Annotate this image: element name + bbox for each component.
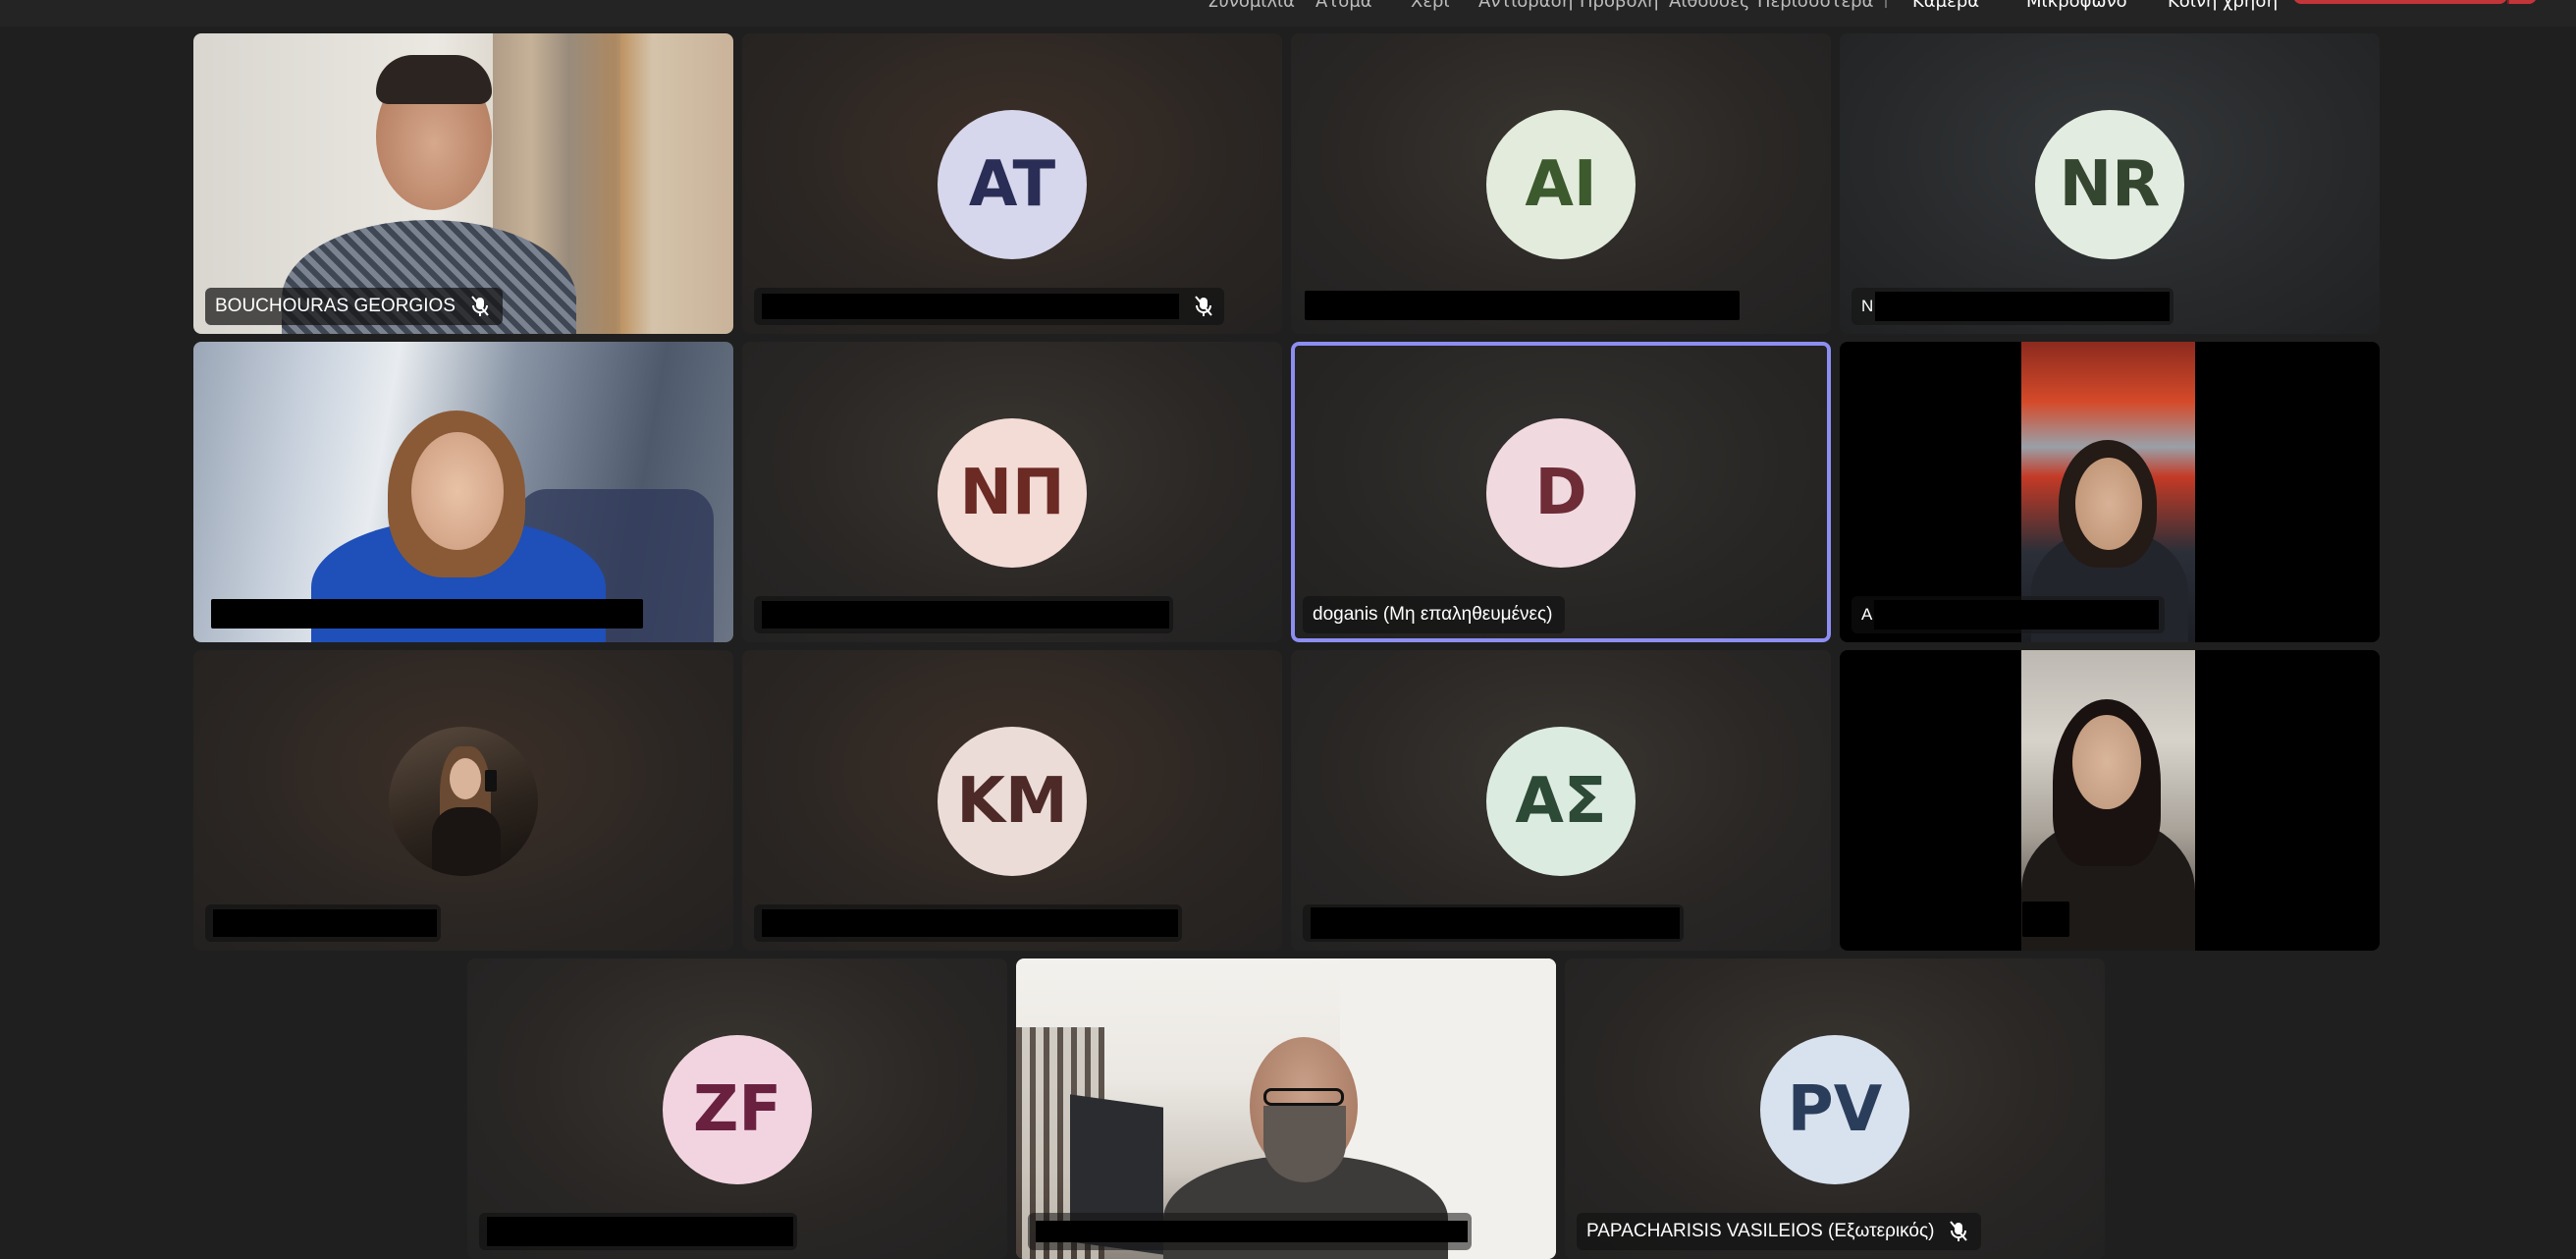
people-button[interactable]: Άτομα <box>1315 0 1372 13</box>
redacted-name <box>211 599 643 629</box>
photo-face <box>450 758 481 799</box>
mic-off-icon <box>1195 296 1212 316</box>
share-button[interactable]: Κοινή χρήση <box>2168 0 2278 13</box>
glasses <box>1263 1088 1344 1106</box>
participant-name-label: PAPACHARISIS VASILEIOS (Εξωτερικός) <box>1577 1213 1982 1250</box>
participant-avatar: D <box>1486 418 1636 568</box>
redacted-name <box>213 909 437 937</box>
redacted-name <box>487 1217 793 1246</box>
mic-off-icon <box>1950 1221 1968 1241</box>
redacted-name <box>762 294 1179 319</box>
redacted-name <box>762 909 1178 937</box>
mic-button[interactable]: Μικρόφωνο <box>2026 0 2127 13</box>
redacted-name <box>762 601 1169 629</box>
participant-tile-as[interactable]: ΑΣ <box>1291 650 1831 951</box>
photo-phone <box>485 770 497 792</box>
redacted-name <box>1305 291 1740 320</box>
participant-name-label: N <box>1852 288 2174 325</box>
participant-name-label <box>205 904 441 942</box>
participant-tile-video-4[interactable] <box>1840 650 2380 951</box>
participant-name-label <box>1028 1213 1472 1250</box>
camera-button[interactable]: Κάμερα <box>1912 0 1979 13</box>
redacted-name <box>1036 1221 1468 1242</box>
participant-tile-bouchouras[interactable]: BOUCHOURAS GEORGIOS <box>193 33 733 334</box>
photo-body <box>432 807 501 876</box>
participant-name-label: doganis (Μη επαληθευμένες) <box>1303 596 1565 633</box>
redacted-name <box>1874 600 2160 630</box>
participant-tile-video-5[interactable] <box>1016 958 1556 1259</box>
raise-hand-button[interactable]: Χέρι <box>1411 0 1450 13</box>
person-head <box>2072 715 2141 809</box>
participant-tile-pv[interactable]: PV PAPACHARISIS VASILEIOS (Εξωτερικός) <box>1565 958 2105 1259</box>
participant-name-label <box>754 288 1224 325</box>
participant-name: BOUCHOURAS GEORGIOS <box>215 296 456 316</box>
person-head <box>2075 458 2142 550</box>
chat-button[interactable]: Συνομιλία <box>1208 0 1295 13</box>
participant-tile-photo[interactable] <box>193 650 733 951</box>
participant-tile-km[interactable]: ΚΜ <box>742 650 1282 951</box>
participant-avatar: PV <box>1760 1035 1909 1184</box>
leave-options-button[interactable] <box>2509 0 2537 4</box>
person-beard <box>1263 1106 1346 1182</box>
participant-avatar: ΚΜ <box>938 727 1087 876</box>
participant-name-prefix: A <box>1861 605 1873 624</box>
person-hair <box>376 55 492 104</box>
participant-avatar: ZF <box>663 1035 812 1184</box>
participant-name-label: BOUCHOURAS GEORGIOS <box>205 288 503 325</box>
participant-name: PAPACHARISIS VASILEIOS (Εξωτερικός) <box>1586 1221 1935 1241</box>
leave-button[interactable] <box>2293 0 2507 4</box>
participant-tile-doganis[interactable]: D doganis (Μη επαληθευμένες) <box>1291 342 1831 642</box>
participant-name-label <box>754 904 1182 942</box>
react-button[interactable]: Αντίδραση <box>1478 0 1573 13</box>
toolbar-divider <box>1885 0 1887 8</box>
participant-name-label <box>1303 904 1684 942</box>
meeting-toolbar: Συνομιλία Άτομα Χέρι Αντίδραση Προβολή Α… <box>0 0 2576 27</box>
participant-video <box>193 342 733 642</box>
rooms-button[interactable]: Αίθουσες <box>1669 0 1750 13</box>
participant-tile-ai[interactable]: AI <box>1291 33 1831 334</box>
participant-avatar: ΑΣ <box>1486 727 1636 876</box>
participant-tile-at[interactable]: AT <box>742 33 1282 334</box>
redacted-name <box>2022 902 2069 937</box>
redacted-name <box>1875 292 2171 321</box>
participant-name-label: A <box>1852 596 2166 633</box>
participant-photo-avatar <box>389 727 538 876</box>
participant-name-label <box>754 596 1173 633</box>
participant-name-label <box>479 1213 797 1250</box>
participant-avatar: AT <box>938 110 1087 259</box>
redacted-name <box>1311 907 1680 939</box>
more-button[interactable]: Περισσότερα <box>1757 0 1873 13</box>
view-button[interactable]: Προβολή <box>1580 0 1659 13</box>
participant-tile-zf[interactable]: ZF <box>467 958 1007 1259</box>
participant-name-prefix: N <box>1861 297 1874 315</box>
participant-avatar: NR <box>2035 110 2184 259</box>
mic-off-icon <box>471 296 489 316</box>
person-head <box>411 432 504 550</box>
participant-tile-video-2[interactable] <box>193 342 733 642</box>
participant-avatar: AI <box>1486 110 1636 259</box>
participant-avatar: ΝΠ <box>938 418 1087 568</box>
participant-tile-nr[interactable]: NR N <box>1840 33 2380 334</box>
participant-tile-np[interactable]: ΝΠ <box>742 342 1282 642</box>
participant-name: doganis (Μη επαληθευμένες) <box>1313 604 1553 625</box>
participant-tile-video-3[interactable]: A <box>1840 342 2380 642</box>
